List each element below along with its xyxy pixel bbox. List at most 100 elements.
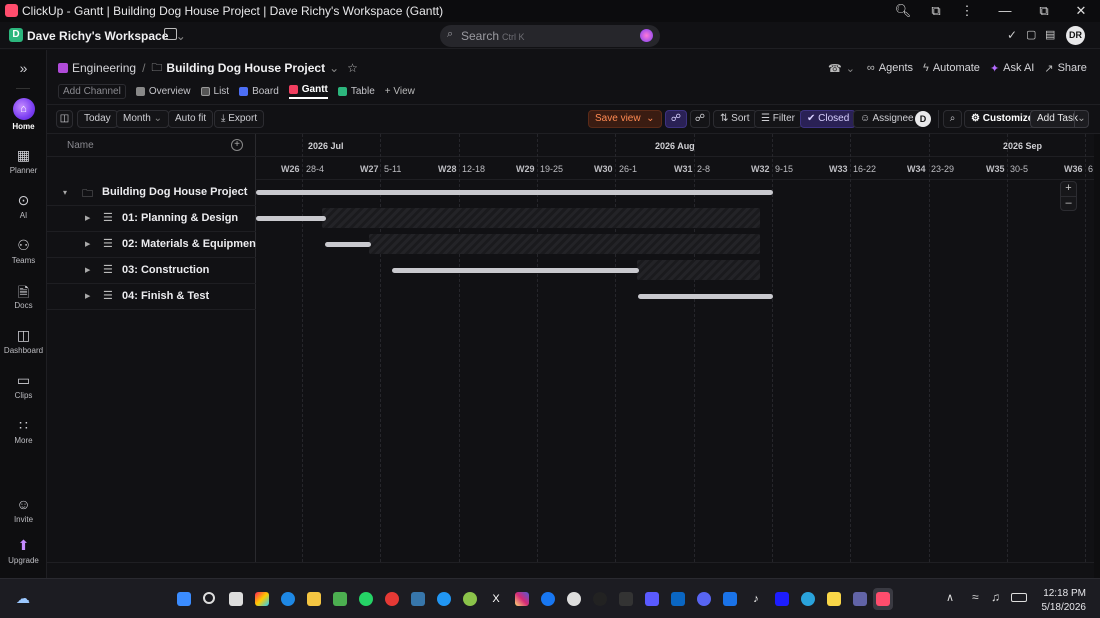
- start-menu-icon[interactable]: [177, 592, 191, 606]
- zoom-icon[interactable]: 🔍︎: [893, 2, 913, 20]
- avatar[interactable]: DR: [1066, 26, 1085, 45]
- task-row[interactable]: ▶ ☰ 02: Materials & Equipment: [47, 232, 260, 258]
- toggle-sidebar-button[interactable]: ◫: [56, 110, 73, 128]
- expand-sidebar-button[interactable]: »: [0, 60, 47, 77]
- minimize-button[interactable]: —: [995, 2, 1015, 20]
- calendar-icon[interactable]: [164, 28, 177, 40]
- task-row[interactable]: ▶ ☰ 03: Construction: [47, 258, 256, 284]
- weather-icon[interactable]: ☁: [16, 590, 30, 607]
- assignee-button[interactable]: ☺ Assignee: [853, 110, 921, 128]
- caret-down-icon[interactable]: ▾: [63, 188, 67, 197]
- extensions-icon[interactable]: ⧉: [926, 2, 946, 20]
- tab-list[interactable]: List: [200, 86, 229, 97]
- automate-button[interactable]: Automate: [933, 62, 980, 74]
- ask-ai-button[interactable]: Ask AI: [1003, 62, 1034, 74]
- task-row[interactable]: ▶ ☰ 04: Finish & Test: [47, 284, 256, 310]
- nav-teams[interactable]: ⚇ Teams: [0, 237, 47, 265]
- facebook-icon[interactable]: [541, 592, 555, 606]
- chevron-down-icon[interactable]: ⌄: [329, 61, 339, 75]
- chevron-up-icon[interactable]: ∧: [946, 591, 954, 604]
- critical-path-button[interactable]: ☍: [690, 110, 710, 128]
- closed-toggle-button[interactable]: ✔ Closed: [800, 110, 857, 128]
- tiktok-icon[interactable]: ♪: [749, 592, 763, 606]
- caret-right-icon[interactable]: ▶: [85, 292, 90, 300]
- caret-right-icon[interactable]: ▶: [85, 266, 90, 274]
- share-button[interactable]: Share: [1058, 62, 1087, 74]
- telegram-icon[interactable]: [801, 592, 815, 606]
- restore-button[interactable]: ⧉: [1034, 2, 1054, 20]
- close-button[interactable]: ✕: [1071, 2, 1091, 20]
- whatsapp-icon[interactable]: [359, 592, 373, 606]
- today-button[interactable]: Today: [77, 110, 118, 128]
- sort-button[interactable]: ⇅ Sort: [713, 110, 757, 128]
- edge-icon[interactable]: [281, 592, 295, 606]
- nav-more[interactable]: ∷ More: [0, 417, 47, 445]
- search-tasks-button[interactable]: ⌕: [943, 110, 962, 128]
- task-bar[interactable]: [256, 216, 326, 221]
- app-icon[interactable]: [775, 592, 789, 606]
- notepad-icon[interactable]: ▤: [1045, 28, 1055, 41]
- instagram-icon[interactable]: [515, 592, 529, 606]
- file-explorer-icon[interactable]: [307, 592, 321, 606]
- battery-icon[interactable]: [1011, 593, 1027, 602]
- customize-button[interactable]: ⚙ Customize: [964, 110, 1041, 128]
- store-icon[interactable]: [333, 592, 347, 606]
- app-icon[interactable]: [463, 592, 477, 606]
- app-icon[interactable]: [593, 592, 607, 606]
- teams-icon[interactable]: [853, 592, 867, 606]
- task-bar[interactable]: [638, 294, 773, 299]
- filter-button[interactable]: ☰ Filter: [754, 110, 802, 128]
- zoom-in-button[interactable]: +: [1061, 182, 1076, 196]
- caret-right-icon[interactable]: ▶: [85, 240, 90, 248]
- save-view-button[interactable]: Save view ⌄: [588, 110, 662, 128]
- volume-icon[interactable]: ♫: [991, 590, 1000, 604]
- workspace-switcher[interactable]: Dave Richy's Workspace ⌄: [27, 29, 186, 43]
- system-clock[interactable]: 12:18 PM 5/18/2026: [1042, 587, 1087, 615]
- zoom-out-button[interactable]: –: [1061, 196, 1076, 210]
- video-icon[interactable]: ▢: [1026, 28, 1036, 41]
- more-vertical-icon[interactable]: ⋮: [957, 2, 977, 20]
- nav-home[interactable]: ⌂ Home: [0, 98, 47, 131]
- add-column-icon[interactable]: +: [231, 139, 243, 151]
- tab-board[interactable]: Board: [239, 86, 279, 97]
- caret-right-icon[interactable]: ▶: [85, 214, 90, 222]
- project-row[interactable]: ▾ 🗀︎ Building Dog House Project: [47, 180, 256, 206]
- app-icon[interactable]: [437, 592, 451, 606]
- search-icon[interactable]: [203, 592, 215, 604]
- chevron-down-icon[interactable]: ⌄: [1074, 111, 1088, 127]
- agents-button[interactable]: Agents: [879, 62, 913, 74]
- app-icon[interactable]: [567, 592, 581, 606]
- project-bar[interactable]: [256, 190, 773, 195]
- task-view-icon[interactable]: [229, 592, 243, 606]
- nav-ai[interactable]: ⊙ AI: [0, 192, 47, 220]
- breadcrumb-space[interactable]: Engineering: [72, 61, 136, 75]
- ai-sparkle-icon[interactable]: [640, 29, 653, 42]
- linkedin-icon[interactable]: [671, 592, 685, 606]
- nav-planner[interactable]: ▦ Planner: [0, 147, 47, 175]
- app-icon[interactable]: [645, 592, 659, 606]
- nav-upgrade[interactable]: ⬆ Upgrade: [0, 537, 47, 565]
- star-icon[interactable]: ☆: [347, 61, 358, 75]
- x-twitter-icon[interactable]: X: [489, 592, 503, 606]
- dependency-toggle-button[interactable]: ☍: [665, 110, 687, 128]
- workspace-badge[interactable]: D: [9, 28, 23, 42]
- nav-invite[interactable]: ☺ Invite: [0, 496, 47, 524]
- assignee-avatar[interactable]: D: [915, 111, 931, 127]
- app-icon[interactable]: [723, 592, 737, 606]
- headset-icon[interactable]: ☎: [828, 62, 842, 75]
- tab-gantt[interactable]: Gantt: [288, 84, 328, 99]
- notes-icon[interactable]: [827, 592, 841, 606]
- chevron-down-icon[interactable]: ⌄: [846, 62, 855, 75]
- discord-icon[interactable]: [697, 592, 711, 606]
- vertical-scroll-track[interactable]: [1094, 134, 1100, 578]
- chrome-icon[interactable]: [385, 592, 399, 606]
- add-task-button[interactable]: Add Task ⌄: [1030, 110, 1089, 128]
- export-button[interactable]: ⤓ Export: [214, 110, 265, 128]
- add-view-button[interactable]: + View: [385, 86, 415, 97]
- task-row[interactable]: ▶ ☰ 01: Planning & Design: [47, 206, 256, 232]
- breadcrumb-folder[interactable]: Building Dog House Project: [166, 61, 325, 75]
- task-bar[interactable]: [392, 268, 639, 273]
- autofit-button[interactable]: Auto fit: [168, 110, 214, 128]
- task-bar[interactable]: [325, 242, 371, 247]
- tab-overview[interactable]: Overview: [135, 86, 191, 97]
